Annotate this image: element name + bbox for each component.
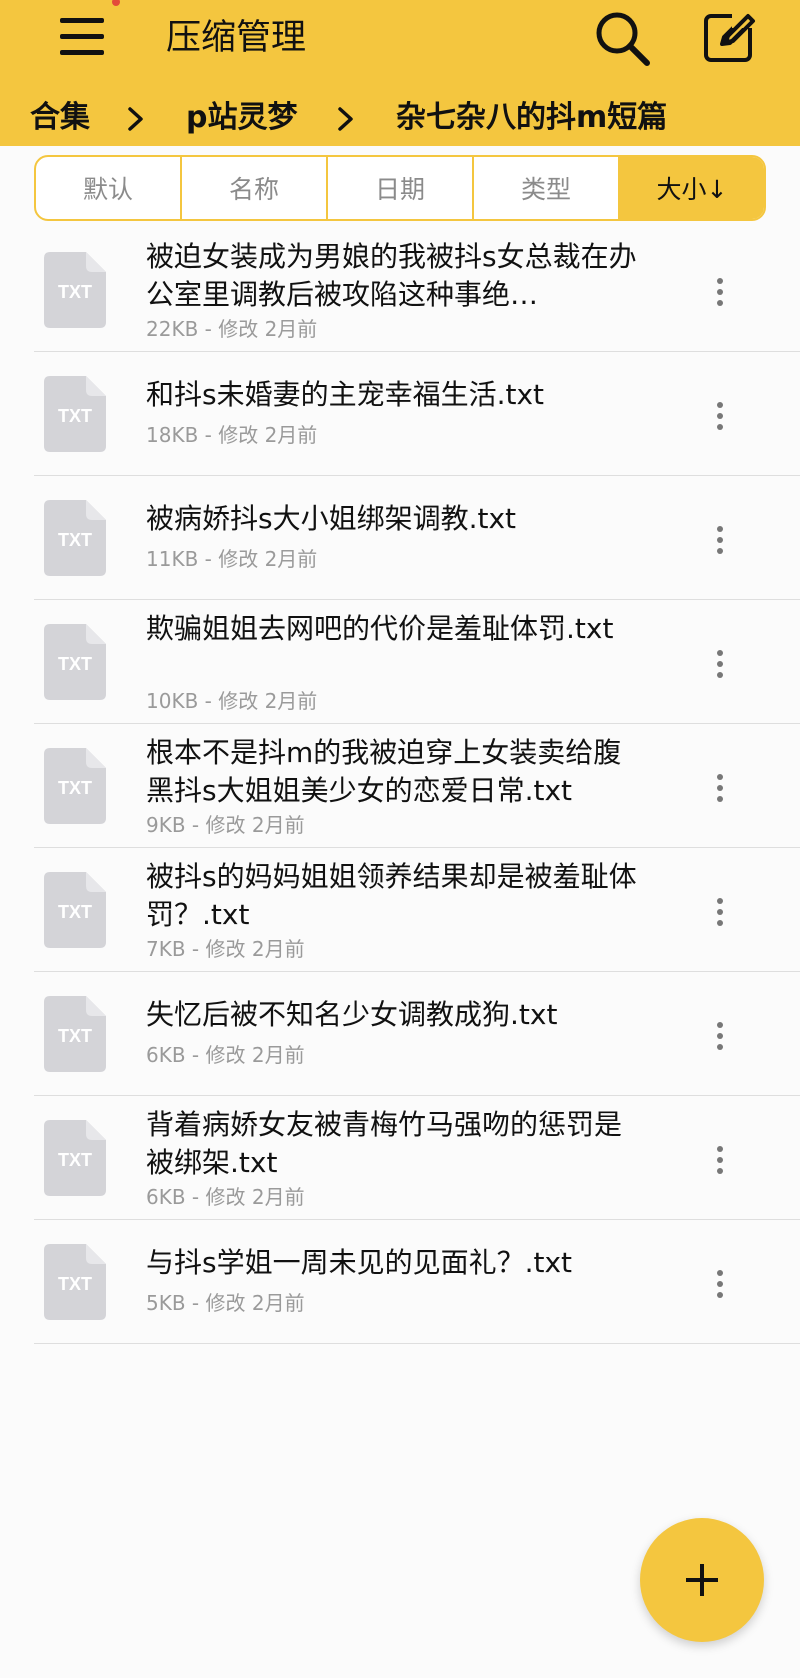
txt-file-icon: TXT (44, 376, 106, 452)
txt-file-icon: TXT (44, 252, 106, 328)
chevron-right-icon (338, 107, 353, 131)
sort-date[interactable]: 日期 (328, 157, 474, 219)
sort-type[interactable]: 类型 (474, 157, 620, 219)
file-meta: 18KB - 修改 2月前 (146, 423, 318, 447)
txt-label: TXT (58, 654, 92, 674)
txt-label: TXT (58, 406, 92, 426)
file-meta: 7KB - 修改 2月前 (146, 937, 305, 961)
file-name: 被病娇抖s大小姐绑架调教.txt (146, 502, 517, 535)
more-options-icon[interactable] (708, 522, 732, 558)
file-row[interactable]: TXT 失忆后被不知名少女调教成狗.txt 6KB - 修改 2月前 (34, 972, 800, 1096)
breadcrumb: 合集 p站灵梦 杂七杂八的抖m短篇 (0, 96, 800, 142)
file-row[interactable]: TXT 与抖s学姐一周未见的见面礼？.txt 5KB - 修改 2月前 (34, 1220, 800, 1344)
txt-file-icon: TXT (44, 1120, 106, 1196)
txt-file-icon: TXT (44, 996, 106, 1072)
more-options-icon[interactable] (708, 1142, 732, 1178)
chevron-right-icon (128, 107, 143, 131)
file-list: TXT 被迫女装成为男娘的我被抖s女总裁在办公室里调教后被攻陷这种事绝… 22K… (0, 228, 800, 1344)
search-icon[interactable] (592, 8, 652, 68)
txt-label: TXT (58, 778, 92, 798)
add-button[interactable] (640, 1518, 764, 1642)
file-meta: 6KB - 修改 2月前 (146, 1043, 305, 1067)
file-name: 欺骗姐姐去网吧的代价是羞耻体罚.txt (146, 612, 614, 645)
txt-file-icon: TXT (44, 1244, 106, 1320)
breadcrumb-item-current[interactable]: 杂七杂八的抖m短篇 (396, 96, 667, 140)
breadcrumb-item[interactable]: p站灵梦 (186, 96, 297, 140)
file-meta: 9KB - 修改 2月前 (146, 813, 305, 837)
txt-label: TXT (58, 1026, 92, 1046)
app-header: 压缩管理 合集 p站灵梦 杂七杂八的抖m短篇 (0, 0, 800, 146)
file-row[interactable]: TXT 被病娇抖s大小姐绑架调教.txt 11KB - 修改 2月前 (34, 476, 800, 600)
txt-label: TXT (58, 282, 92, 302)
sort-name[interactable]: 名称 (182, 157, 328, 219)
txt-label: TXT (58, 530, 92, 550)
hamburger-menu-icon[interactable] (58, 14, 108, 64)
file-name: 和抖s未婚妻的主宠幸福生活.txt (146, 378, 545, 411)
more-options-icon[interactable] (708, 894, 732, 930)
sort-size[interactable]: 大小↓ (620, 157, 764, 219)
txt-file-icon: TXT (44, 872, 106, 948)
breadcrumb-item[interactable]: 合集 (30, 96, 90, 140)
file-name: 失忆后被不知名少女调教成狗.txt (146, 998, 558, 1031)
sort-default[interactable]: 默认 (36, 157, 182, 219)
sort-bar: 默认 名称 日期 类型 大小↓ (34, 155, 766, 221)
txt-file-icon: TXT (44, 500, 106, 576)
txt-file-icon: TXT (44, 748, 106, 824)
file-name: 与抖s学姐一周未见的见面礼？.txt (146, 1246, 573, 1279)
file-row[interactable]: TXT 背着病娇女友被青梅竹马强吻的惩罚是被绑架.txt 6KB - 修改 2月… (34, 1096, 800, 1220)
txt-label: TXT (58, 902, 92, 922)
file-row[interactable]: TXT 和抖s未婚妻的主宠幸福生活.txt 18KB - 修改 2月前 (34, 352, 800, 476)
compression-manager-screen: 压缩管理 合集 p站灵梦 杂七杂八的抖m短篇 默认 名称 日期 类型 大小↓ T… (0, 0, 800, 1678)
notification-dot (112, 0, 120, 6)
file-name: 被抖s的妈妈姐姐领养结果却是被羞耻体罚？.txt (146, 860, 637, 931)
more-options-icon[interactable] (708, 1266, 732, 1302)
txt-label: TXT (58, 1150, 92, 1170)
file-row[interactable]: TXT 被抖s的妈妈姐姐领养结果却是被羞耻体罚？.txt 7KB - 修改 2月… (34, 848, 800, 972)
more-options-icon[interactable] (708, 646, 732, 682)
file-name: 背着病娇女友被青梅竹马强吻的惩罚是被绑架.txt (146, 1108, 623, 1179)
file-meta: 5KB - 修改 2月前 (146, 1291, 305, 1315)
more-options-icon[interactable] (708, 398, 732, 434)
txt-label: TXT (58, 1274, 92, 1294)
file-meta: 10KB - 修改 2月前 (146, 689, 318, 713)
page-title: 压缩管理 (166, 18, 307, 58)
file-meta: 22KB - 修改 2月前 (146, 317, 318, 341)
file-name: 根本不是抖m的我被迫穿上女装卖给腹黑抖s大姐姐美少女的恋爱日常.txt (146, 736, 622, 807)
file-row[interactable]: TXT 欺骗姐姐去网吧的代价是羞耻体罚.txt 10KB - 修改 2月前 (34, 600, 800, 724)
edit-icon[interactable] (702, 10, 758, 66)
file-name: 被迫女装成为男娘的我被抖s女总裁在办公室里调教后被攻陷这种事绝… (146, 240, 637, 311)
txt-file-icon: TXT (44, 624, 106, 700)
file-row[interactable]: TXT 被迫女装成为男娘的我被抖s女总裁在办公室里调教后被攻陷这种事绝… 22K… (34, 228, 800, 352)
more-options-icon[interactable] (708, 1018, 732, 1054)
file-row[interactable]: TXT 根本不是抖m的我被迫穿上女装卖给腹黑抖s大姐姐美少女的恋爱日常.txt … (34, 724, 800, 848)
more-options-icon[interactable] (708, 274, 732, 310)
file-meta: 6KB - 修改 2月前 (146, 1185, 305, 1209)
file-meta: 11KB - 修改 2月前 (146, 547, 318, 571)
more-options-icon[interactable] (708, 770, 732, 806)
